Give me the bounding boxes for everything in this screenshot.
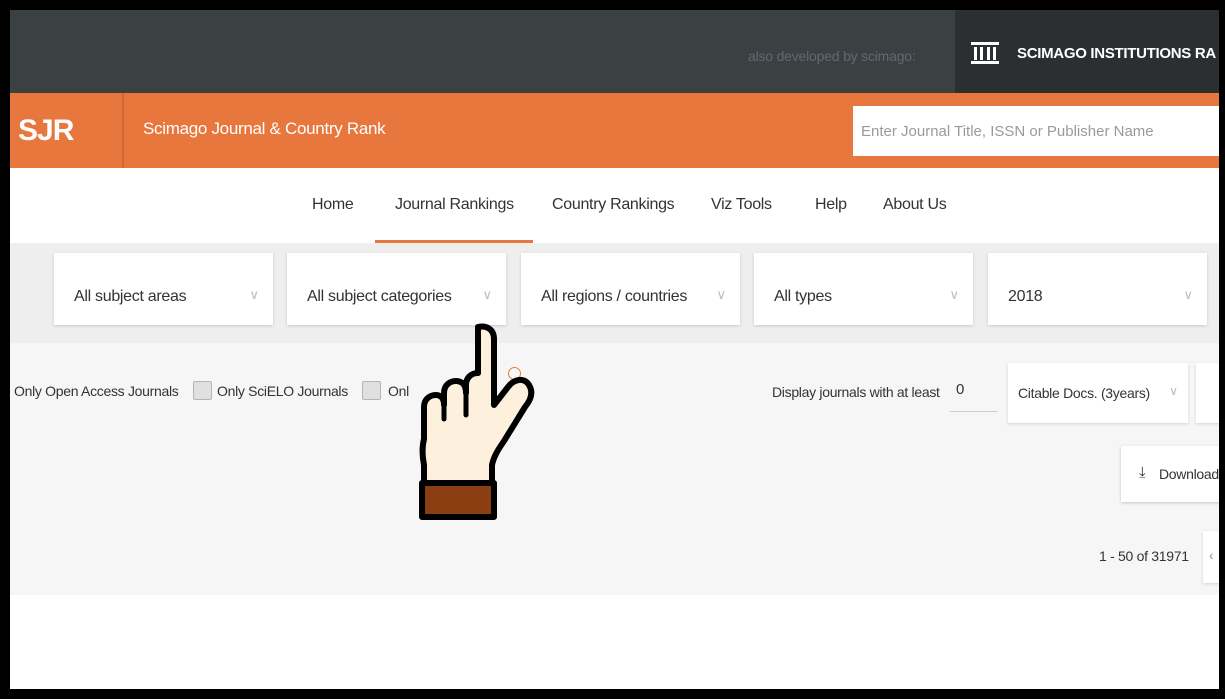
download-label: Download: [1159, 466, 1219, 482]
filter-bar: All subject areas ∨ All subject categori…: [10, 243, 1219, 343]
subject-category-value: All subject categories: [307, 288, 452, 305]
chevron-down-icon: ∨: [716, 287, 726, 302]
year-select[interactable]: 2018 ∨: [988, 253, 1207, 325]
also-developed-text: also developed by scimago:: [748, 48, 916, 64]
options-panel: Only Open Access Journals Only SciELO Jo…: [10, 343, 1219, 595]
chevron-left-icon: ‹: [1209, 547, 1214, 563]
institutions-label: SCIMAGO INSTITUTIONS RA: [1017, 45, 1216, 62]
logo-divider: [122, 93, 124, 168]
citable-docs-value: Citable Docs. (3years): [1018, 385, 1150, 401]
sjr-logo[interactable]: SJR: [10, 93, 123, 168]
region-value: All regions / countries: [541, 288, 688, 305]
top-bar: also developed by scimago: SCIMAGO INSTI…: [10, 10, 1219, 93]
screenshot-frame: also developed by scimago: SCIMAGO INSTI…: [0, 0, 1225, 699]
type-value: All types: [774, 288, 832, 305]
pagination-range: 1 - 50 of 31971: [1099, 548, 1189, 564]
main-nav: Home Journal Rankings Country Rankings V…: [10, 168, 1219, 243]
open-access-checkbox[interactable]: [193, 381, 212, 400]
download-icon: ⤓: [1139, 464, 1146, 481]
subject-area-select[interactable]: All subject areas ∨: [54, 253, 273, 325]
third-filter-label: Onl: [388, 383, 409, 399]
chevron-down-icon: ∨: [482, 287, 492, 302]
scielo-checkbox[interactable]: [362, 381, 381, 400]
open-access-label: Only Open Access Journals: [14, 383, 179, 399]
region-select[interactable]: All regions / countries ∨: [521, 253, 740, 325]
header-bar: SJR Scimago Journal & Country Rank: [10, 93, 1219, 168]
nav-home[interactable]: Home: [312, 196, 354, 214]
nav-viz-tools[interactable]: Viz Tools: [711, 196, 772, 214]
year-value: 2018: [1008, 288, 1043, 305]
citable-docs-select[interactable]: Citable Docs. (3years) ∨: [1008, 363, 1188, 423]
min-docs-input[interactable]: [950, 368, 998, 412]
apply-button[interactable]: [1196, 363, 1219, 423]
institution-columns-icon: [971, 42, 999, 64]
pointing-hand-icon: [419, 323, 535, 520]
search-input[interactable]: [853, 106, 1219, 156]
scielo-label: Only SciELO Journals: [217, 383, 348, 399]
type-select[interactable]: All types ∨: [754, 253, 973, 325]
download-button[interactable]: ⤓ Download: [1121, 446, 1219, 502]
chevron-down-icon: ∨: [1183, 287, 1193, 302]
institutions-link[interactable]: SCIMAGO INSTITUTIONS RA: [955, 10, 1219, 93]
nav-about-us[interactable]: About Us: [883, 196, 947, 214]
chevron-down-icon: ∨: [949, 287, 959, 302]
display-threshold-label: Display journals with at least: [772, 384, 940, 400]
chevron-down-icon: ∨: [249, 287, 259, 302]
site-title[interactable]: Scimago Journal & Country Rank: [143, 119, 386, 139]
nav-journal-rankings[interactable]: Journal Rankings: [395, 196, 514, 214]
nav-help[interactable]: Help: [815, 196, 847, 214]
page: also developed by scimago: SCIMAGO INSTI…: [10, 10, 1219, 689]
prev-page-button[interactable]: ‹: [1203, 531, 1219, 583]
chevron-down-icon: ∨: [1169, 384, 1178, 398]
subject-area-value: All subject areas: [74, 288, 187, 305]
nav-country-rankings[interactable]: Country Rankings: [552, 196, 675, 214]
